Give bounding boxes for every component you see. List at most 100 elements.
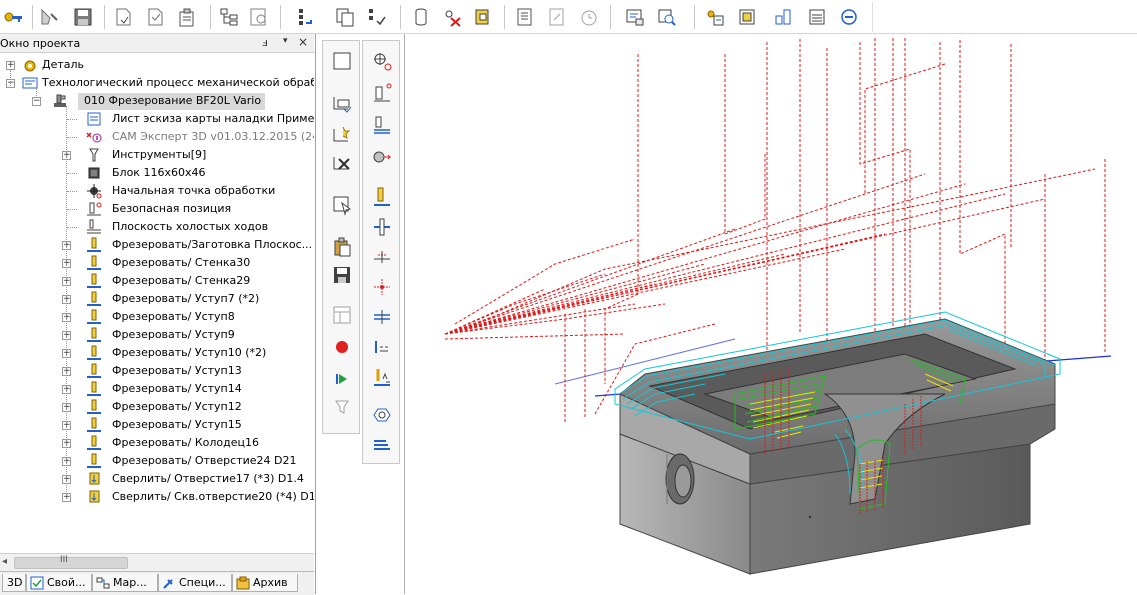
tree-item[interactable]: Начальная точка обработки [0,182,314,200]
tree-item[interactable]: + Фрезеровать/ Уступ8 [0,308,314,326]
horizontal-scrollbar[interactable]: ◂ III [0,553,314,571]
collapse-icon[interactable]: − [32,97,41,106]
play-icon[interactable] [330,367,354,391]
sequence-icon[interactable] [296,6,318,28]
structure-icon[interactable] [218,6,240,28]
timer-icon[interactable] [578,6,600,28]
tree-item[interactable]: + Фрезеровать/ Уступ13 [0,362,314,380]
tab-4[interactable]: Специ... [158,574,232,592]
tab-1[interactable]: 3D [2,574,26,592]
project-window-header: Окно проекта ⅎ ▾ × [0,34,314,53]
nc-search-icon[interactable] [656,6,678,28]
report-icon[interactable] [514,6,536,28]
tree-item[interactable]: + Фрезеровать/ Уступ7 (*2) [0,290,314,308]
mill-contour-icon[interactable] [370,275,394,299]
route-icon [96,576,110,590]
tree-item[interactable]: + Инструменты[9] [0,146,314,164]
save-icon[interactable] [72,6,94,28]
tree-item[interactable]: + Фрезеровать/ Уступ14 [0,380,314,398]
safe-position-tool-icon[interactable] [370,81,394,105]
cam-info-icon [86,129,102,145]
clipboard-icon[interactable] [176,6,198,28]
tree-item[interactable]: + Сверлить/ Скв.отверстие20 (*4) D1... [0,488,314,506]
tab-3[interactable]: Мар... [92,574,158,592]
tree-item-label: Фрезеровать/ Колодец16 [112,436,260,449]
tree-item[interactable]: Безопасная позиция [0,200,314,218]
new-document-icon[interactable] [112,6,134,28]
tree-item-label: САМ Эксперт 3D v01.03.12.2015 (24/12 [112,130,314,143]
tree-item-label: Технологический процесс механической обр… [42,76,314,89]
add-operation-icon[interactable] [330,91,354,115]
tab-2[interactable]: Свой... [26,574,92,592]
tree-item[interactable]: САМ Эксперт 3D v01.03.12.2015 (24/12 [0,128,314,146]
tree-item[interactable]: + Фрезеровать/ Колодец16 [0,434,314,452]
pin-icon[interactable]: ⅎ [262,36,268,49]
tree-item[interactable]: + Фрезеровать/ Стенка30 [0,254,314,272]
tree-item[interactable]: + Фрезеровать/Заготовка Плоскос... [0,236,314,254]
mill-hole-icon[interactable] [370,365,394,389]
tree-item[interactable]: + Фрезеровать/ Уступ12 [0,398,314,416]
tree-item[interactable]: Плоскость холостых ходов [0,218,314,236]
sheets-icon[interactable] [330,303,354,327]
tool-settings-icon[interactable] [38,6,60,28]
key-icon[interactable] [2,6,24,28]
copy-settings-icon[interactable] [334,6,356,28]
filter-icon[interactable] [330,395,354,419]
save-state-icon[interactable] [330,263,354,287]
main-toolbar [0,0,1137,34]
delete-operation-icon[interactable] [442,6,464,28]
chevron-down-icon[interactable]: ▾ [283,36,288,46]
origin-icon[interactable] [370,49,394,73]
list-check-icon[interactable] [366,6,388,28]
tree-item[interactable]: + Фрезеровать/ Отверстие24 D21 [0,452,314,470]
layout-icon[interactable] [772,6,794,28]
select-icon[interactable] [330,193,354,217]
tree-item[interactable]: Блок 116x60x46 [0,164,314,182]
tree-item-label: Сверлить/ Отверстие17 (*3) D1.4 [112,472,304,485]
nc-program-icon[interactable] [624,6,646,28]
mill-plane-icon[interactable] [370,185,394,209]
fixture-icon[interactable] [472,6,494,28]
mill-slot-icon[interactable] [370,305,394,329]
simulation-icon[interactable] [370,403,394,427]
tree-item[interactable]: + Деталь [0,56,314,74]
sheet-edit-icon[interactable] [546,6,568,28]
tree-item[interactable]: Лист эскиза карты наладки Примечан [0,110,314,128]
insert-operation-icon[interactable] [330,123,354,147]
mill-pocket-icon[interactable] [370,335,394,359]
document-library-icon[interactable] [736,6,758,28]
idle-plane-tool-icon[interactable] [370,113,394,137]
new-sheet-icon[interactable] [330,49,354,73]
expand-icon[interactable]: + [6,61,15,70]
mill-wall-icon[interactable] [370,215,394,239]
stop-icon[interactable] [838,6,860,28]
paste-icon[interactable] [330,235,354,259]
postprocessor-icon[interactable] [704,6,726,28]
check-document-icon[interactable] [144,6,166,28]
tree-item[interactable]: − Технологический процесс механической об… [0,74,314,92]
nc-list-icon[interactable] [370,433,394,457]
calculator-icon[interactable] [806,6,828,28]
tree-item-label: Лист эскиза карты наладки Примечан [112,112,314,125]
close-icon[interactable]: × [298,35,308,49]
3d-viewport[interactable] [404,34,1137,594]
scrollbar-thumb[interactable] [14,557,128,569]
cylinder-icon[interactable] [412,6,434,28]
approach-icon[interactable] [370,145,394,169]
tree-item[interactable]: + Фрезеровать/ Уступ9 [0,326,314,344]
mill-step-icon[interactable] [370,245,394,269]
block-icon [86,165,102,181]
tab-5[interactable]: Архив [232,574,298,592]
mill-operation-icon [86,273,102,289]
delete-icon[interactable] [330,151,354,175]
preview-icon[interactable] [248,6,270,28]
tree-item-label: Сверлить/ Скв.отверстие20 (*4) D1... [112,490,314,503]
record-icon[interactable] [330,335,354,359]
tree-item[interactable]: − 010 Фрезерование BF20L Vario [0,92,314,110]
tree-item[interactable]: + Фрезеровать/ Уступ15 [0,416,314,434]
tree-item[interactable]: + Фрезеровать/ Уступ10 (*2) [0,344,314,362]
tree-item[interactable]: + Сверлить/ Отверстие17 (*3) D1.4 [0,470,314,488]
scroll-left-icon[interactable]: ◂ [2,556,7,567]
tree-item-label: Фрезеровать/ Уступ7 (*2) [112,292,260,305]
tree-item[interactable]: + Фрезеровать/ Стенка29 [0,272,314,290]
